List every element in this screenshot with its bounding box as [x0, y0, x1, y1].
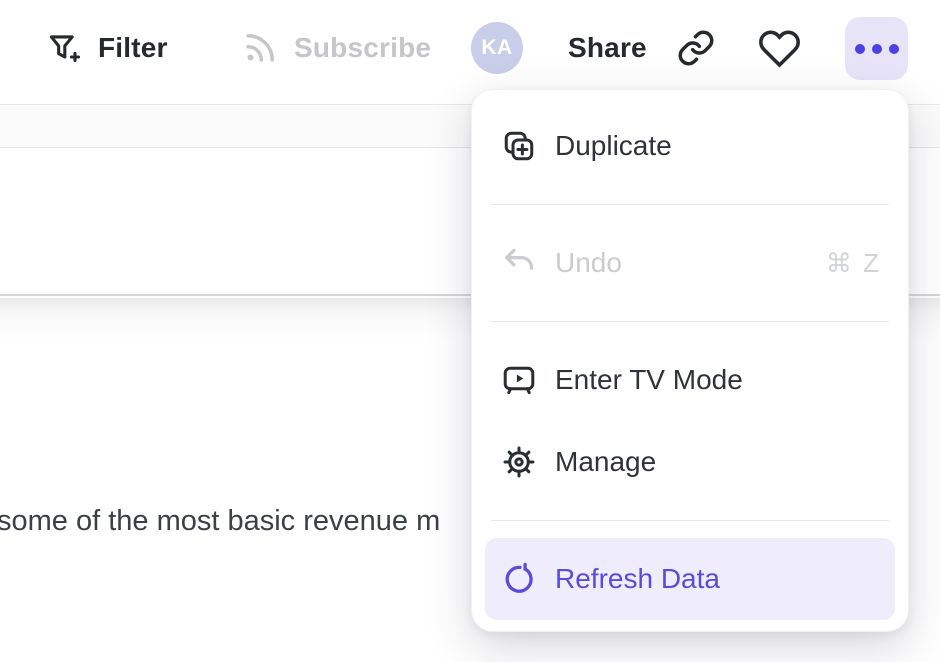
filter-button[interactable]: Filter — [46, 26, 168, 70]
funnel-plus-icon — [46, 30, 83, 67]
menu-item-label: Undo — [555, 247, 622, 279]
heart-icon — [758, 27, 801, 70]
menu-divider — [491, 321, 889, 322]
more-options-menu: Duplicate Undo ⌘ Z Enter TV M — [471, 89, 909, 632]
subscribe-button[interactable]: Subscribe — [241, 26, 431, 70]
menu-item-duplicate[interactable]: Duplicate — [485, 105, 895, 187]
menu-item-label: Refresh Data — [555, 563, 720, 595]
rss-icon — [241, 29, 279, 67]
user-avatar[interactable]: KA — [471, 22, 523, 74]
share-label: Share — [568, 32, 647, 64]
menu-item-label: Enter TV Mode — [555, 364, 743, 396]
menu-item-enter-tv-mode[interactable]: Enter TV Mode — [485, 339, 895, 421]
menu-item-manage[interactable]: Manage — [485, 421, 895, 503]
keyboard-shortcut: ⌘ Z — [826, 248, 881, 279]
menu-item-label: Manage — [555, 446, 656, 478]
link-icon — [676, 28, 716, 68]
menu-divider — [491, 520, 889, 521]
menu-item-label: Duplicate — [555, 130, 672, 162]
favorite-button[interactable] — [758, 26, 801, 70]
share-button[interactable]: Share — [568, 26, 647, 70]
more-options-button[interactable] — [845, 17, 908, 80]
gear-icon — [501, 444, 537, 480]
menu-item-undo[interactable]: Undo ⌘ Z — [485, 222, 895, 304]
menu-divider — [491, 204, 889, 205]
tv-icon — [501, 362, 537, 398]
duplicate-icon — [501, 128, 537, 164]
subscribe-label: Subscribe — [294, 32, 431, 64]
avatar-initials: KA — [481, 36, 512, 60]
undo-icon — [501, 245, 537, 281]
filter-label: Filter — [98, 32, 168, 64]
menu-item-refresh-data[interactable]: Refresh Data — [485, 538, 895, 620]
ellipsis-icon — [855, 44, 899, 54]
refresh-icon — [501, 561, 537, 597]
copy-link-button[interactable] — [676, 26, 716, 70]
dashboard-page: Filter Subscribe KA Share — [0, 0, 940, 662]
